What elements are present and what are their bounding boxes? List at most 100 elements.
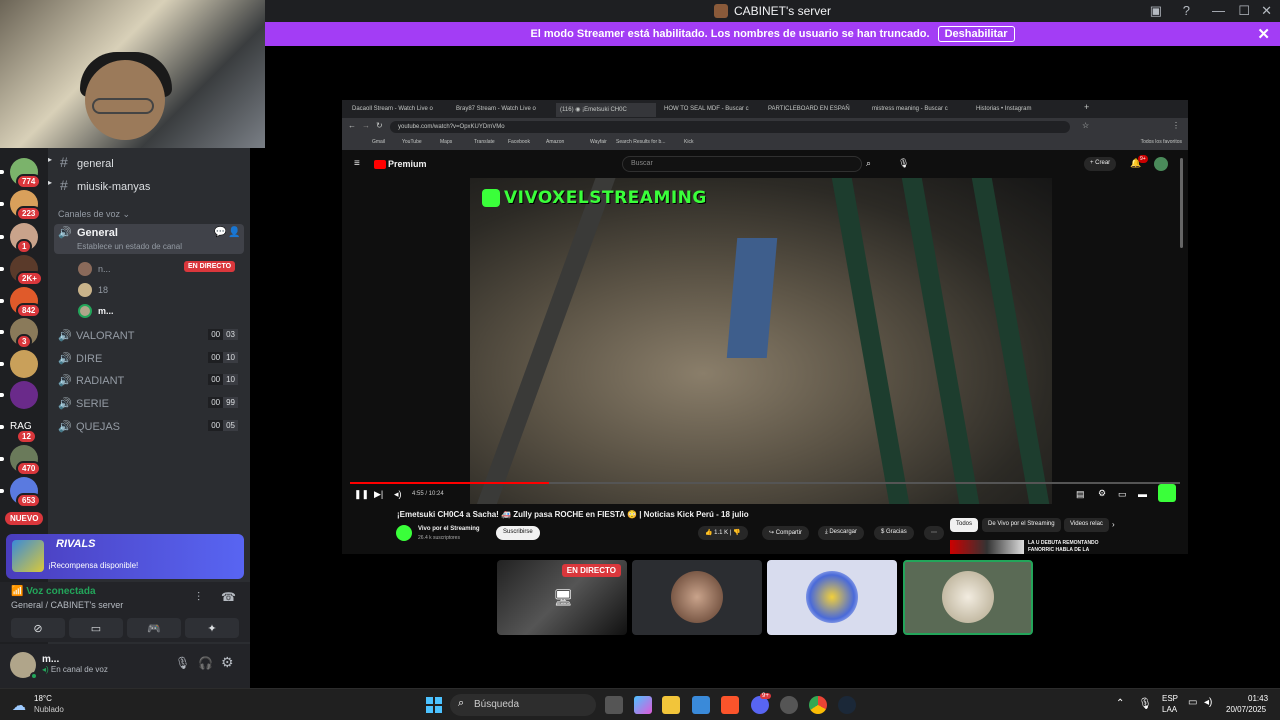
close-button[interactable]: ✕ — [1261, 3, 1272, 19]
forward-icon[interactable]: → — [362, 121, 370, 130]
voice-channel[interactable]: 🔊 VALORANT 00 03 — [58, 329, 238, 342]
star-icon[interactable]: ☆ — [1082, 121, 1089, 130]
subscribe-button[interactable]: Suscribirse — [496, 526, 540, 540]
all-bookmarks[interactable]: Todos los favoritos — [1141, 139, 1182, 145]
channel-watermark-icon[interactable] — [1158, 484, 1176, 502]
chip-related[interactable]: Videos relac — [1064, 518, 1109, 532]
microphone-icon[interactable]: 🎙 — [1138, 697, 1152, 710]
mic-icon[interactable]: 🎙 — [898, 158, 909, 169]
volume-icon[interactable]: ◂) — [394, 489, 402, 500]
video-player[interactable] — [470, 178, 1052, 504]
new-badge[interactable]: NUEVO — [5, 512, 44, 525]
file-explorer-icon[interactable] — [662, 696, 680, 714]
chip-all[interactable]: Todos — [950, 518, 979, 532]
youtube-logo[interactable]: Premium — [388, 159, 427, 169]
theater-icon[interactable]: ▬ — [1138, 489, 1147, 499]
language[interactable]: ESP — [1162, 694, 1178, 703]
miniplayer-icon[interactable]: ▭ — [1118, 489, 1127, 500]
close-icon[interactable]: ✕ — [1257, 25, 1270, 43]
inbox-icon[interactable]: ▣ — [1150, 3, 1162, 19]
help-icon[interactable]: ? — [1183, 3, 1190, 18]
camera-off-button[interactable]: ⊘ — [11, 618, 65, 638]
voice-channel-general[interactable]: 🔊 General Establece un estado de canal 💬… — [54, 224, 244, 254]
channel-name[interactable]: Vivo por el Streaming — [418, 526, 480, 532]
menu-icon[interactable]: ⋮ — [1172, 121, 1180, 130]
reload-icon[interactable]: ↻ — [376, 121, 383, 130]
participant-tile[interactable] — [903, 560, 1033, 635]
minimize-button[interactable]: — — [1212, 3, 1225, 18]
voice-channel[interactable]: 🔊 RADIANT 00 10 — [58, 374, 238, 387]
copilot-icon[interactable] — [634, 696, 652, 714]
new-tab-icon[interactable]: + — [1084, 102, 1089, 112]
browser-tab[interactable]: (116) ◉ ¡Emetsuki CH0C — [556, 103, 656, 117]
chrome-icon[interactable] — [809, 696, 827, 714]
server-icon[interactable] — [10, 381, 38, 409]
settings-icon[interactable]: ⚙ — [1098, 488, 1106, 499]
task-view-icon[interactable] — [605, 696, 623, 714]
voice-user[interactable]: m... — [78, 304, 114, 318]
github-icon[interactable] — [780, 696, 798, 714]
related-title[interactable]: LA U DEBUTA REMONTANDO FANORRIC HABLA DE… — [1028, 540, 1118, 554]
url-field[interactable]: youtube.com/watch?v=OpxKUYDmVMo — [390, 121, 1070, 133]
noise-suppression-icon[interactable]: ⫶ — [197, 590, 200, 605]
participant-tile[interactable] — [767, 560, 897, 635]
browser-tab[interactable]: Bray87 Stream - Watch Live o — [452, 103, 552, 117]
stream-tile[interactable]: 🖥 EN DIRECTO — [497, 560, 627, 635]
disconnect-icon[interactable]: ☎ — [221, 590, 236, 604]
promo-card[interactable]: RIVALS ¡Recompensa disponible! — [6, 534, 244, 579]
bookmark[interactable]: YouTube — [402, 139, 422, 145]
clock-time[interactable]: 01:43 — [1248, 694, 1268, 703]
browser-tab[interactable]: HOW TO SEAL MDF - Buscar c — [660, 103, 760, 117]
volume-icon[interactable]: ◂) — [1204, 697, 1212, 708]
subtitles-icon[interactable]: ▤ — [1076, 489, 1085, 500]
store-icon[interactable] — [692, 696, 710, 714]
share-button[interactable]: ↪ Compartir — [762, 526, 810, 540]
browser-tab[interactable]: mistress meaning - Buscar c — [868, 103, 968, 117]
voice-channel[interactable]: 🔊 SERIE 00 99 — [58, 397, 238, 410]
network-icon[interactable]: ▭ — [1188, 697, 1197, 708]
participant-tile[interactable] — [632, 560, 762, 635]
soundboard-button[interactable]: ✦ — [185, 618, 239, 638]
more-button[interactable]: ⋯ — [924, 526, 944, 540]
gear-icon[interactable]: ⚙ — [221, 654, 234, 671]
pause-icon[interactable]: ❚❚ — [354, 489, 369, 500]
related-thumbnail[interactable] — [950, 540, 1024, 554]
bookmark[interactable]: Search Results for b... — [616, 139, 665, 145]
bookmark[interactable]: Maps — [440, 139, 452, 145]
activity-button[interactable]: 🎮 — [127, 618, 181, 638]
add-user-icon[interactable]: 👤 — [228, 227, 240, 238]
browser-tab[interactable]: PARTICLEBOARD EN ESPAÑ — [764, 103, 864, 117]
microphone-icon[interactable]: 🎙 — [175, 656, 190, 670]
bookmark[interactable]: Kick — [684, 139, 693, 145]
headphones-icon[interactable]: 🎧 — [198, 656, 213, 670]
back-icon[interactable]: ← — [348, 121, 356, 130]
clock-date[interactable]: 20/07/2025 — [1226, 705, 1266, 714]
server-icon[interactable] — [10, 350, 38, 378]
browser-tab[interactable]: Historias • Instagram — [972, 103, 1072, 117]
voice-channel[interactable]: 🔊 DIRE 00 10 — [58, 351, 238, 365]
scrollbar[interactable] — [1180, 158, 1183, 248]
channel-general[interactable]: # general — [60, 154, 114, 170]
like-button[interactable]: 👍 1.1 K | 👎 — [698, 526, 748, 540]
maximize-button[interactable]: ☐ — [1238, 3, 1250, 19]
bookmark[interactable]: Facebook — [508, 139, 530, 145]
search-icon[interactable]: ⌕ — [866, 158, 871, 169]
search-input[interactable]: Buscar — [622, 156, 862, 172]
weather-icon[interactable]: ☁ — [12, 697, 26, 714]
channel-status[interactable]: Establece un estado de canal — [77, 242, 182, 251]
create-button[interactable]: + Crear — [1084, 157, 1117, 171]
brave-icon[interactable] — [721, 696, 739, 714]
chip-channel[interactable]: De Vivo por el Streaming — [982, 518, 1061, 532]
search-box[interactable]: ⌕ Búsqueda — [450, 694, 596, 716]
screen-share-button[interactable]: ▭ — [69, 618, 123, 638]
windows-start-icon[interactable] — [426, 697, 442, 713]
hamburger-icon[interactable]: ≡ — [354, 158, 360, 169]
thanks-button[interactable]: $ Gracias — [874, 526, 914, 540]
steam-icon[interactable] — [838, 696, 856, 714]
screen-share-view[interactable]: Dacaoll Stream - Watch Live o Bray87 Stre… — [342, 100, 1188, 554]
voice-channel[interactable]: 🔊 QUEJAS 00 05 — [58, 419, 238, 433]
bookmark[interactable]: Amazon — [546, 139, 564, 145]
voice-connected[interactable]: 📶 Voz conectada — [11, 586, 96, 597]
browser-tab[interactable]: Dacaoll Stream - Watch Live o — [348, 103, 448, 117]
avatar[interactable] — [1154, 157, 1168, 171]
